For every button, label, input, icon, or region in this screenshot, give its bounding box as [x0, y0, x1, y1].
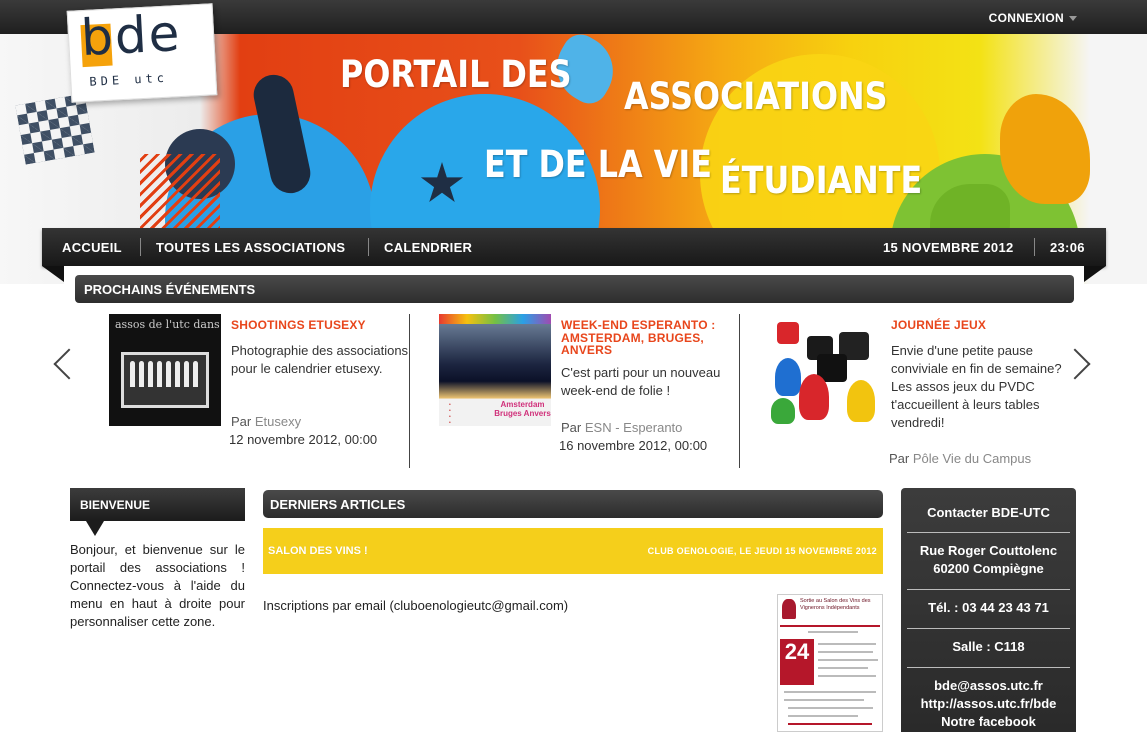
- poster-text-line: [818, 643, 876, 645]
- carousel-next-button[interactable]: [1059, 345, 1092, 385]
- event-author: Par Pôle Vie du Campus: [889, 451, 1031, 466]
- pawn-picture: [771, 398, 795, 424]
- event-divider: [739, 314, 740, 468]
- nav-item-calendrier[interactable]: CALENDRIER: [384, 240, 472, 255]
- contact-divider: [907, 628, 1070, 629]
- event-title[interactable]: WEEK-END ESPERANTO : AMSTERDAM, BRUGES, …: [561, 319, 731, 357]
- event-author: Par ESN - Esperanto: [561, 420, 682, 435]
- poster-text-line: [818, 651, 873, 653]
- logo-text: bde: [79, 3, 183, 68]
- nav-separator: [1034, 238, 1035, 256]
- contact-divider: [907, 667, 1070, 668]
- poster-day: 24: [780, 639, 814, 685]
- banner-title-line: ASSOCIATIONS: [624, 75, 888, 118]
- banner-title-line: ET DE LA VIE: [484, 143, 712, 186]
- contact-title: Contacter BDE-UTC: [927, 505, 1050, 520]
- poster-text-line: [784, 691, 876, 693]
- article-poster[interactable]: Sortie au Salon des Vins des Vignerons I…: [777, 594, 883, 732]
- nav-fold: [1084, 266, 1106, 282]
- event-author-prefix: Par: [231, 414, 252, 429]
- article-body: Inscriptions par email (cluboenologieutc…: [263, 598, 569, 613]
- event-thumbnail[interactable]: [769, 314, 881, 426]
- chevron-down-icon[interactable]: [1069, 16, 1077, 22]
- dice-picture: [777, 322, 799, 344]
- poster-rule: [780, 625, 880, 627]
- event-thumbnail[interactable]: ••••• Amsterdam Bruges Anvers: [439, 314, 551, 426]
- thumbnail-caption: Amsterdam Bruges Anvers: [494, 400, 551, 418]
- article-meta: CLUB OENOLOGIE, LE JEUDI 15 NOVEMBRE 201…: [647, 546, 877, 556]
- banner-title-line: PORTAIL DES: [340, 53, 572, 96]
- event-description: C'est parti pour un nouveau week-end de …: [561, 365, 721, 398]
- event-author-link[interactable]: Pôle Vie du Campus: [913, 451, 1031, 466]
- nav-separator: [140, 238, 141, 256]
- wine-glass-icon: [782, 599, 796, 619]
- banner-title-line: ÉTUDIANTE: [720, 159, 923, 202]
- contact-facebook-link[interactable]: Notre facebook: [901, 713, 1076, 731]
- event-author-link[interactable]: ESN - Esperanto: [585, 420, 683, 435]
- poster-text-line: [808, 631, 858, 633]
- contact-email[interactable]: bde@assos.utc.fr: [901, 677, 1076, 695]
- event-title[interactable]: SHOOTINGS ETUSEXY: [231, 319, 411, 332]
- poster-header: Sortie au Salon des Vins des Vignerons I…: [778, 595, 882, 623]
- welcome-header-tip: [86, 521, 104, 536]
- poster-text-line: [818, 675, 876, 677]
- poster-title: Sortie au Salon des Vins des Vignerons I…: [800, 598, 871, 611]
- event-date: 16 novembre 2012, 00:00: [559, 438, 708, 453]
- contact-website-link[interactable]: http://assos.utc.fr/bde: [901, 695, 1076, 713]
- contact-phone: Tél. : 03 44 23 43 71: [928, 600, 1049, 615]
- poster-text-line: [818, 667, 868, 669]
- event-author: Par Etusexy: [231, 414, 301, 429]
- carousel-prev-button[interactable]: [50, 345, 85, 385]
- poster-text-line: [788, 715, 858, 717]
- nav-item-accueil[interactable]: ACCUEIL: [62, 240, 122, 255]
- welcome-header: BIENVENUE: [70, 488, 245, 521]
- contact-panel: Contacter BDE-UTC Rue Roger Couttolenc 6…: [901, 488, 1076, 732]
- connexion-label[interactable]: CONNEXION: [989, 11, 1064, 25]
- banner-decoration: [15, 93, 95, 165]
- poster-text-line: [788, 707, 873, 709]
- event-title[interactable]: JOURNÉE JEUX: [891, 319, 1071, 332]
- nav-item-toutes-les-associations[interactable]: TOUTES LES ASSOCIATIONS: [156, 240, 345, 255]
- jumper-silhouette: [1000, 94, 1090, 204]
- nav-fold: [42, 266, 64, 282]
- thumbnail-decoration: •••••: [449, 402, 451, 426]
- pawn-picture: [847, 380, 875, 422]
- contact-address-line1: Rue Roger Couttolenc: [919, 543, 1058, 558]
- contact-divider: [907, 589, 1070, 590]
- poster-text-line: [784, 699, 864, 701]
- event-divider: [409, 314, 410, 468]
- event-date: 12 novembre 2012, 00:00: [229, 432, 378, 447]
- article-title[interactable]: SALON DES VINS !: [268, 545, 368, 557]
- nav-separator: [368, 238, 369, 256]
- poster-rule: [788, 723, 872, 725]
- logo-subtext: BDE utc: [89, 70, 169, 89]
- event-description: Envie d'une petite pause conviviale en f…: [891, 343, 1062, 430]
- pawn-picture: [799, 374, 829, 420]
- article-title-bar[interactable]: SALON DES VINS ! CLUB OENOLOGIE, LE JEUD…: [263, 528, 883, 574]
- event-description: Photographie des associations pour le ca…: [231, 343, 409, 376]
- main-nav: ACCUEIL TOUTES LES ASSOCIATIONS CALENDRI…: [42, 228, 1106, 282]
- contact-divider: [907, 532, 1070, 533]
- current-date: 15 NOVEMBRE 2012: [883, 240, 1014, 255]
- event-thumbnail[interactable]: assos de l'utc dans leur plu: [109, 314, 221, 426]
- event-author-link[interactable]: Etusexy: [255, 414, 301, 429]
- articles-header: DERNIERS ARTICLES: [263, 490, 883, 518]
- event-author-prefix: Par: [889, 451, 910, 466]
- thumbnail-ribbon: [439, 314, 551, 324]
- events-header: PROCHAINS ÉVÉNEMENTS: [75, 275, 1074, 303]
- thumbnail-picture: [121, 352, 209, 408]
- event-author-prefix: Par: [561, 420, 582, 435]
- welcome-text: Bonjour, et bienvenue sur le portail des…: [70, 542, 245, 629]
- poster-text-line: [818, 659, 878, 661]
- contact-address-line2: 60200 Compiègne: [933, 561, 1044, 576]
- thumbnail-caption: assos de l'utc dans leur plu: [115, 318, 221, 331]
- bde-logo[interactable]: bde BDE utc: [66, 3, 218, 103]
- contact-room: Salle : C118: [952, 639, 1025, 654]
- current-time: 23:06: [1050, 240, 1085, 255]
- pawn-picture: [775, 358, 801, 396]
- connexion-menu[interactable]: CONNEXION: [989, 11, 1077, 25]
